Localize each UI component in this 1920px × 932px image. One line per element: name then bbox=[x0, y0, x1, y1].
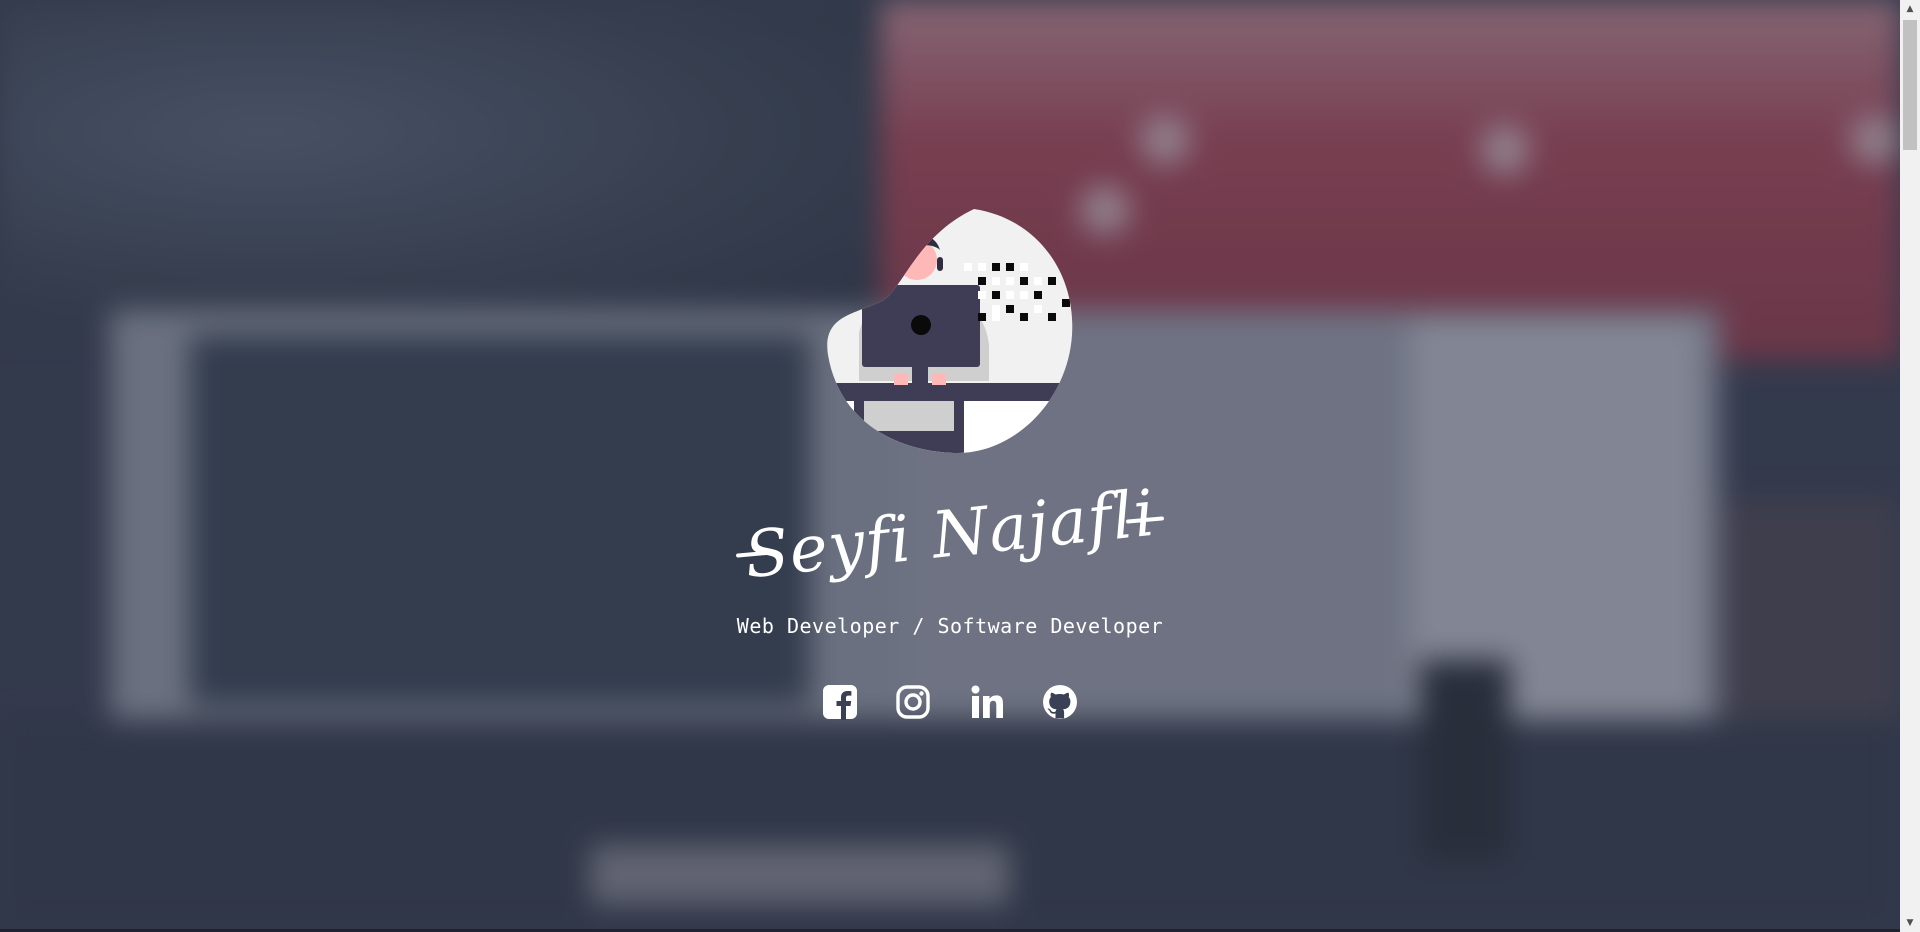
github-icon bbox=[1042, 685, 1077, 719]
scroll-up-arrow-icon[interactable]: ▲ bbox=[1900, 0, 1920, 18]
avatar bbox=[827, 209, 1073, 454]
facebook-icon bbox=[823, 685, 857, 720]
linkedin-link[interactable] bbox=[967, 682, 1007, 722]
name-text: Seyfi Najafli bbox=[741, 476, 1159, 594]
social-links bbox=[820, 680, 1080, 724]
instagram-icon bbox=[896, 685, 931, 719]
scrollbar-thumb[interactable] bbox=[1903, 20, 1917, 150]
scroll-down-arrow-icon[interactable]: ▼ bbox=[1900, 914, 1920, 932]
instagram-link[interactable] bbox=[893, 682, 933, 722]
page-viewport: Seyfi Najafli Web Developer / Software D… bbox=[0, 0, 1900, 932]
facebook-link[interactable] bbox=[820, 682, 860, 722]
hero-section: Seyfi Najafli Web Developer / Software D… bbox=[0, 0, 1900, 932]
linkedin-icon bbox=[971, 685, 1003, 718]
name-heading: Seyfi Najafli bbox=[720, 477, 1180, 593]
github-link[interactable] bbox=[1040, 682, 1080, 722]
subtitle: Web Developer / Software Developer bbox=[736, 614, 1164, 638]
vertical-scrollbar[interactable]: ▲ ▼ bbox=[1900, 0, 1920, 932]
